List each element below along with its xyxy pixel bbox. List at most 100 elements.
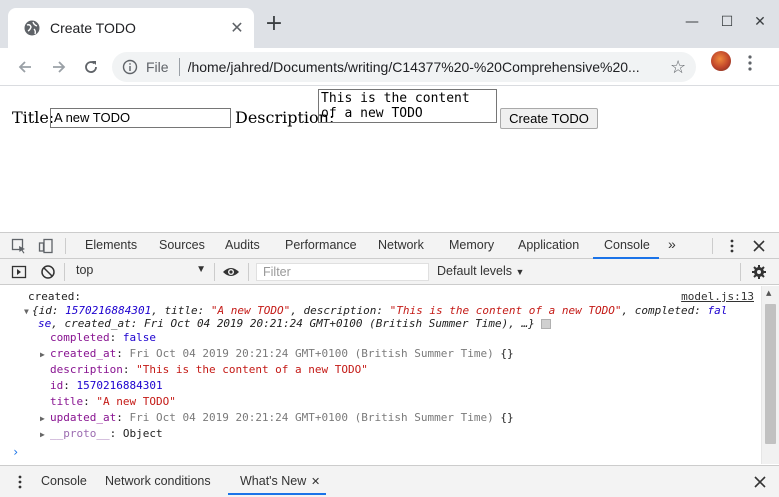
title-input[interactable]: A new TODO	[50, 108, 231, 128]
scroll-up-icon[interactable]: ▲	[766, 289, 771, 297]
drawer-tab-whats-new[interactable]: What's New	[240, 474, 306, 488]
tab-console[interactable]: Console	[604, 238, 650, 252]
close-drawer-tab-icon[interactable]: ✕	[311, 475, 320, 488]
page-content: Title: A new TODO Description: This is t…	[0, 87, 779, 232]
object-summary[interactable]: ▼ {id: 1570216884301, title: "A new TODO"…	[24, 304, 728, 317]
log-levels-label: Default levels	[437, 264, 513, 278]
info-badge-icon[interactable]	[541, 319, 552, 329]
devtools-menu-icon[interactable]	[724, 238, 740, 254]
inspect-element-icon[interactable]	[11, 238, 27, 254]
sidebar-toggle-icon[interactable]	[11, 264, 27, 280]
clear-console-icon[interactable]	[40, 264, 56, 280]
gear-icon[interactable]	[751, 264, 767, 280]
back-arrow-icon	[18, 61, 31, 73]
property-colon: :	[63, 379, 77, 392]
property-key: description	[50, 363, 123, 376]
property-colon: :	[109, 427, 123, 440]
tab-elements[interactable]: Elements	[85, 238, 137, 252]
object-summary-wrap: se, created_at: Fri Oct 04 2019 20:21:24…	[38, 317, 552, 330]
minimize-button[interactable]: —	[678, 10, 706, 34]
property-value: false	[122, 331, 156, 344]
profile-avatar[interactable]	[711, 51, 731, 71]
expand-triangle-icon[interactable]: ▶	[40, 414, 50, 423]
divider	[248, 263, 249, 281]
scrollbar-thumb[interactable]	[765, 304, 776, 444]
create-todo-button[interactable]: Create TODO	[500, 108, 598, 129]
dropdown-arrow-icon: ▼	[515, 267, 525, 277]
description-textarea[interactable]: This is the content of a new TODO	[318, 89, 497, 123]
context-value: top	[76, 263, 94, 277]
new-tab-button[interactable]: +	[262, 12, 286, 36]
divider	[740, 263, 741, 281]
close-tab-icon[interactable]: ✕	[228, 19, 246, 37]
tab-sources[interactable]: Sources	[159, 238, 205, 252]
drawer-active-indicator	[228, 493, 326, 495]
browser-toolbar: File /home/jahred/Documents/writing/C143…	[0, 48, 779, 86]
property-key: created_at	[50, 347, 117, 360]
forward-button[interactable]	[46, 54, 72, 80]
summary-completed: fal	[707, 304, 728, 317]
divider	[712, 238, 713, 254]
property-key: title	[50, 395, 84, 408]
tab-strip: Create TODO ✕ + — ☐ ✕	[0, 0, 779, 48]
context-selector[interactable]: top ▼	[72, 263, 208, 281]
console-scrollbar[interactable]: ▲	[761, 286, 779, 464]
log-levels-dropdown[interactable]: Default levels ▼	[437, 264, 524, 278]
divider	[214, 263, 215, 281]
tab-audits[interactable]: Audits	[225, 238, 260, 252]
property-key: id	[50, 379, 64, 392]
tab-memory[interactable]: Memory	[449, 238, 494, 252]
close-window-button[interactable]: ✕	[746, 10, 774, 34]
summary-text: {id:	[32, 304, 66, 317]
maximize-button[interactable]: ☐	[713, 10, 741, 34]
url-text[interactable]: /home/jahred/Documents/writing/C14377%20…	[188, 59, 666, 75]
device-toolbar-icon[interactable]	[38, 238, 54, 254]
url-scheme-label: File	[146, 59, 169, 75]
property-key: __proto__	[50, 427, 110, 440]
close-drawer-icon[interactable]	[752, 474, 768, 490]
tab-title: Create TODO	[50, 20, 136, 36]
address-bar[interactable]: File /home/jahred/Documents/writing/C143…	[112, 52, 696, 82]
summary-completed: se	[38, 317, 52, 330]
forward-arrow-icon	[53, 61, 66, 73]
object-property-row[interactable]: ▶ updated_at: Fri Oct 04 2019 20:21:24 GM…	[40, 411, 514, 424]
close-devtools-icon[interactable]	[751, 238, 767, 254]
devtools-tabbar: Elements Sources Audits Performance Netw…	[0, 232, 779, 259]
info-icon[interactable]	[122, 59, 138, 75]
property-colon: :	[122, 363, 137, 376]
reload-icon	[85, 61, 97, 73]
back-button[interactable]	[12, 54, 38, 80]
expand-triangle-icon[interactable]: ▶	[40, 350, 50, 359]
console-prompt[interactable]: ›	[12, 445, 19, 459]
property-colon: :	[116, 347, 130, 360]
drawer-tab-console[interactable]: Console	[41, 474, 87, 488]
drawer-tab-network-conditions[interactable]: Network conditions	[105, 474, 211, 488]
drawer-menu-icon[interactable]	[12, 474, 28, 490]
property-colon: :	[109, 331, 123, 344]
object-property-row[interactable]: ▶ __proto__: Object	[40, 427, 163, 440]
filter-input[interactable]: Filter	[256, 263, 429, 281]
title-label: Title:	[12, 108, 55, 127]
summary-text: , title:	[151, 304, 211, 317]
browser-tab[interactable]: Create TODO ✕	[8, 8, 254, 48]
object-property-row[interactable]: ▶ created_at: Fri Oct 04 2019 20:21:24 GM…	[40, 347, 514, 360]
console-output: model.js:13 created: ▼ {id: 1570216884301…	[0, 286, 760, 463]
tab-application[interactable]: Application	[518, 238, 579, 252]
devtools-drawer: Console Network conditions What's New ✕	[0, 465, 779, 497]
eye-icon[interactable]	[222, 264, 240, 280]
more-tabs-button[interactable]: »	[668, 236, 676, 252]
tab-network[interactable]: Network	[378, 238, 424, 252]
reload-button[interactable]	[78, 54, 104, 80]
expand-triangle-icon[interactable]: ▶	[40, 430, 50, 439]
source-link[interactable]: model.js:13	[681, 290, 754, 303]
browser-menu-icon[interactable]	[748, 55, 752, 71]
dropdown-arrow-icon: ▼	[196, 264, 206, 275]
summary-text: , description:	[290, 304, 390, 317]
bookmark-star-icon[interactable]: ☆	[670, 57, 686, 78]
summary-id: 1570216884301	[65, 304, 152, 317]
tab-performance[interactable]: Performance	[285, 238, 357, 252]
